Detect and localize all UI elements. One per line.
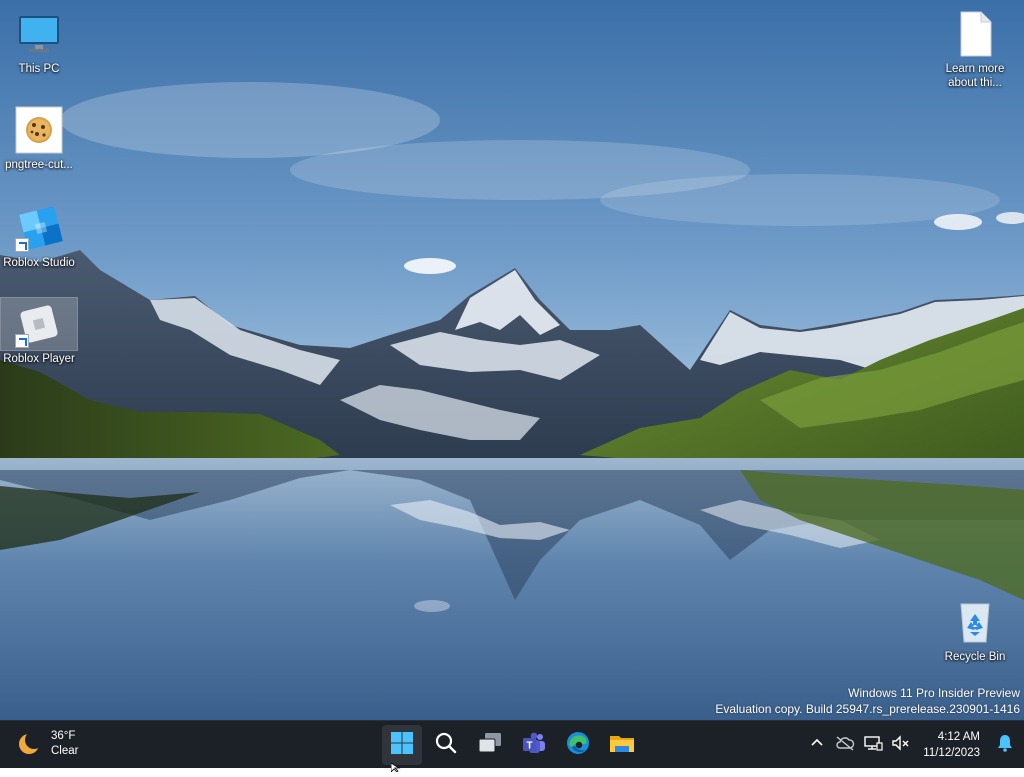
show-hidden-icons-button[interactable] (803, 725, 831, 765)
taskbar-pinned-apps: T (382, 725, 646, 765)
volume-muted-icon (891, 734, 911, 756)
task-view-button[interactable] (470, 725, 510, 765)
roblox-player-icon (15, 300, 63, 348)
desktop-icon-label-line2: about thi... (948, 77, 1002, 89)
shortcut-arrow-icon (15, 238, 29, 252)
folder-icon (609, 731, 635, 760)
windows-logo-icon (390, 731, 414, 760)
network-icon (863, 735, 883, 756)
desktop-wallpaper (0, 0, 1024, 720)
teams-button[interactable]: T (514, 725, 554, 765)
clock-date-button[interactable]: 4:12 AM 11/12/2023 (915, 729, 992, 761)
desktop-icon-roblox-player[interactable]: Roblox Player (0, 297, 78, 366)
desktop-icon-label: Roblox Player (3, 353, 75, 365)
start-button[interactable] (382, 725, 422, 765)
moon-icon (16, 731, 43, 757)
desktop-icon-label: This PC (18, 63, 60, 75)
weather-condition: Clear (51, 745, 79, 757)
watermark-line2: Evaluation copy. Build 25947.rs_prerelea… (715, 702, 1020, 716)
notifications-button[interactable] (992, 725, 1018, 765)
desktop-icon-roblox-studio[interactable]: Roblox Studio (1, 202, 77, 270)
shortcut-arrow-icon (15, 334, 29, 348)
monitor-icon (15, 10, 63, 58)
teams-icon: T (521, 731, 547, 760)
clock-time: 4:12 AM (937, 731, 980, 743)
cloud-offline-icon (835, 735, 855, 756)
cookie-image-icon (15, 106, 63, 154)
network-button[interactable] (859, 725, 887, 765)
watermark-line1: Windows 11 Pro Insider Preview (848, 686, 1020, 700)
document-icon (951, 10, 999, 58)
edge-icon (565, 730, 591, 761)
chevron-up-icon (810, 736, 824, 755)
clock-date: 11/12/2023 (923, 747, 980, 759)
taskbar: 36°F Clear T 4:12 AM 11/12/2023 (0, 720, 1024, 768)
search-icon (434, 731, 458, 760)
bell-icon (997, 734, 1013, 757)
recycle-bin-icon (951, 598, 999, 646)
task-view-icon (477, 731, 503, 760)
desktop-icon-label: Recycle Bin (944, 651, 1006, 663)
desktop-icon-this-pc[interactable]: This PC (1, 8, 77, 76)
desktop-icon-learn-more[interactable]: Learn more about thi... (937, 8, 1013, 90)
volume-button[interactable] (887, 725, 915, 765)
desktop-icon-label: Roblox Studio (3, 257, 75, 269)
svg-text:T: T (526, 740, 532, 751)
desktop-icon-label: pngtree-cut... (5, 159, 73, 171)
system-tray: 4:12 AM 11/12/2023 (803, 721, 1024, 769)
roblox-studio-icon (15, 204, 63, 252)
mouse-cursor (390, 759, 401, 773)
weather-temperature: 36°F (51, 730, 76, 742)
search-button[interactable] (426, 725, 466, 765)
desktop-icon-pngtree[interactable]: pngtree-cut... (1, 104, 77, 172)
file-explorer-button[interactable] (602, 725, 642, 765)
edge-button[interactable] (558, 725, 598, 765)
desktop-icon-label-line1: Learn more (945, 63, 1005, 75)
weather-widget[interactable]: 36°F Clear (16, 729, 78, 759)
onedrive-status-button[interactable] (831, 725, 859, 765)
desktop-icon-recycle-bin[interactable]: Recycle Bin (937, 596, 1013, 664)
evaluation-watermark: Windows 11 Pro Insider Preview Evaluatio… (715, 685, 1020, 717)
